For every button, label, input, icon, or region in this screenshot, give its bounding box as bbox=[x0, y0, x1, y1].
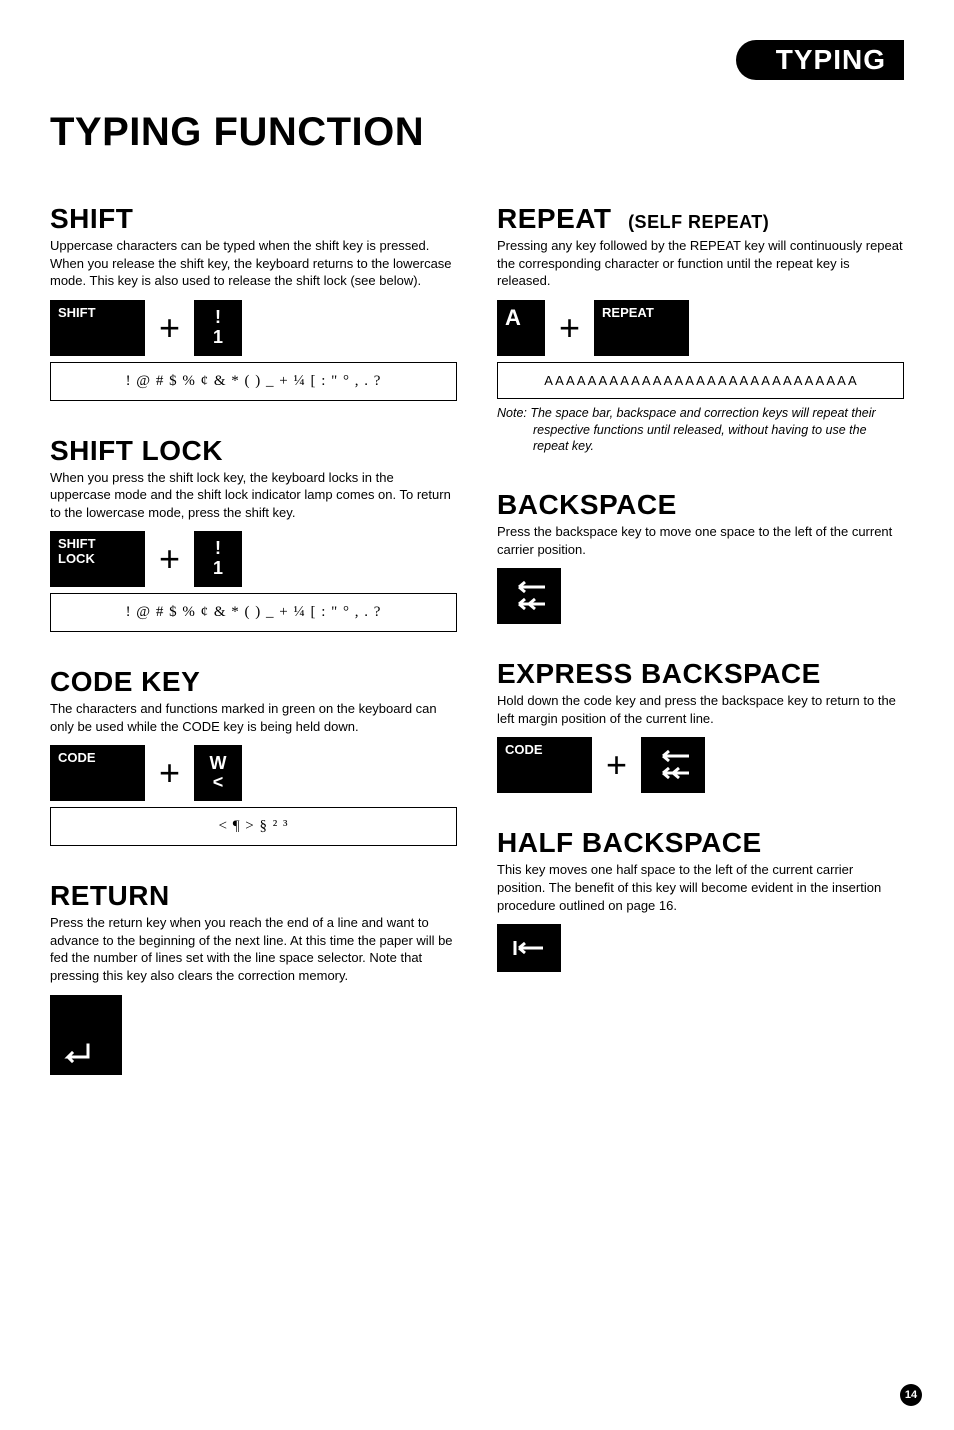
repeat-note: Note: The space bar, backspace and corre… bbox=[497, 405, 904, 456]
one-key-top: ! bbox=[215, 539, 221, 559]
code-key: CODE bbox=[497, 737, 592, 793]
half-key-row bbox=[497, 924, 904, 972]
right-column: REPEAT (SELF REPEAT) Pressing any key fo… bbox=[497, 185, 904, 1081]
backspace-arrows-icon bbox=[653, 747, 693, 783]
plus-icon: + bbox=[153, 752, 186, 794]
half-desc: This key moves one half space to the lef… bbox=[497, 861, 904, 914]
backspace-key bbox=[497, 568, 561, 624]
shift-key: SHIFT bbox=[50, 300, 145, 356]
shiftlock-key-label: SHIFT LOCK bbox=[58, 537, 96, 566]
backspace-key-row bbox=[497, 568, 904, 624]
repeat-key: REPEAT bbox=[594, 300, 689, 356]
shift-desc: Uppercase characters can be typed when t… bbox=[50, 237, 457, 290]
code-key: CODE bbox=[50, 745, 145, 801]
shiftlock-key-row: SHIFT LOCK + ! 1 bbox=[50, 531, 457, 587]
page-number: 14 bbox=[900, 1384, 922, 1406]
shift-heading: SHIFT bbox=[50, 203, 457, 235]
shift-output: ! @ # $ % ¢ & * ( ) _ + ¼ [ : " ° , . ? bbox=[50, 362, 457, 401]
shiftlock-key: SHIFT LOCK bbox=[50, 531, 145, 587]
code-output: < ¶ > § ² ³ bbox=[50, 807, 457, 846]
one-key-bottom: 1 bbox=[213, 559, 223, 579]
one-key: ! 1 bbox=[194, 531, 242, 587]
code-key-row: CODE + W < bbox=[50, 745, 457, 801]
express-heading: EXPRESS BACKSPACE bbox=[497, 658, 904, 690]
content-columns: SHIFT Uppercase characters can be typed … bbox=[50, 185, 904, 1081]
half-backspace-icon bbox=[509, 938, 549, 958]
code-desc: The characters and functions marked in g… bbox=[50, 700, 457, 735]
repeat-key-row: A + REPEAT bbox=[497, 300, 904, 356]
backspace-key bbox=[641, 737, 705, 793]
shiftlock-output: ! @ # $ % ¢ & * ( ) _ + ¼ [ : " ° , . ? bbox=[50, 593, 457, 632]
repeat-heading-sub: (SELF REPEAT) bbox=[628, 212, 769, 232]
express-desc: Hold down the code key and press the bac… bbox=[497, 692, 904, 727]
half-backspace-key bbox=[497, 924, 561, 972]
w-key-top: W bbox=[210, 754, 227, 774]
left-column: SHIFT Uppercase characters can be typed … bbox=[50, 185, 457, 1081]
repeat-key-label: REPEAT bbox=[602, 306, 654, 320]
one-key: ! 1 bbox=[194, 300, 242, 356]
page-title: TYPING FUNCTION bbox=[50, 110, 904, 155]
section-badge: TYPING bbox=[736, 40, 904, 80]
return-heading: RETURN bbox=[50, 880, 457, 912]
page-header: TYPING bbox=[50, 40, 904, 80]
one-key-bottom: 1 bbox=[213, 328, 223, 348]
code-key-label: CODE bbox=[58, 751, 96, 765]
backspace-arrows-icon bbox=[509, 578, 549, 614]
code-heading: CODE KEY bbox=[50, 666, 457, 698]
repeat-heading: REPEAT (SELF REPEAT) bbox=[497, 203, 904, 235]
return-icon bbox=[58, 1043, 92, 1069]
backspace-desc: Press the backspace key to move one spac… bbox=[497, 523, 904, 558]
shift-key-row: SHIFT + ! 1 bbox=[50, 300, 457, 356]
shiftlock-desc: When you press the shift lock key, the k… bbox=[50, 469, 457, 522]
return-key-row bbox=[50, 995, 457, 1075]
repeat-heading-main: REPEAT bbox=[497, 203, 612, 234]
express-key-row: CODE + bbox=[497, 737, 904, 793]
one-key-top: ! bbox=[215, 308, 221, 328]
repeat-desc: Pressing any key followed by the REPEAT … bbox=[497, 237, 904, 290]
return-desc: Press the return key when you reach the … bbox=[50, 914, 457, 984]
plus-icon: + bbox=[600, 744, 633, 786]
repeat-output: A A A A A A A A A A A A A A A A A A A A … bbox=[497, 362, 904, 399]
a-key: A bbox=[497, 300, 545, 356]
w-key-bottom: < bbox=[213, 773, 224, 793]
a-key-label: A bbox=[505, 306, 521, 330]
plus-icon: + bbox=[553, 307, 586, 349]
plus-icon: + bbox=[153, 538, 186, 580]
half-heading: HALF BACKSPACE bbox=[497, 827, 904, 859]
shiftlock-heading: SHIFT LOCK bbox=[50, 435, 457, 467]
return-key bbox=[50, 995, 122, 1075]
w-key: W < bbox=[194, 745, 242, 801]
shift-key-label: SHIFT bbox=[58, 306, 96, 320]
plus-icon: + bbox=[153, 307, 186, 349]
code-key-label: CODE bbox=[505, 743, 543, 757]
backspace-heading: BACKSPACE bbox=[497, 489, 904, 521]
